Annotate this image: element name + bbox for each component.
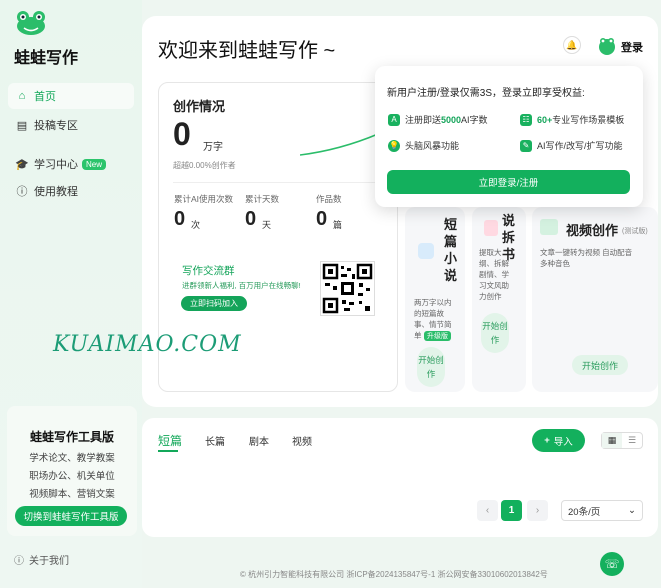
stat-unit: 篇 <box>333 220 343 230</box>
video-icon <box>540 219 558 235</box>
beyond-text: 超越0.00%创作者 <box>173 161 236 170</box>
checklist-icon: ☷ <box>520 113 532 126</box>
perk-highlight: 5000 <box>441 114 462 125</box>
page-size-select[interactable]: 20条/页 ⌄ <box>561 500 643 521</box>
tab-script[interactable]: 剧本 <box>249 433 269 448</box>
group-subtitle: 进群领新人福利, 百万用户在线畅聊! <box>182 281 301 290</box>
sidebar-item-submit[interactable]: ▤ 投稿专区 <box>8 112 134 138</box>
upgrade-badge: 升级版 <box>424 331 451 341</box>
chevron-down-icon: ⌄ <box>628 505 636 516</box>
footer-text: © 杭州引力智能科技有限公司 浙ICP备2024135847号-1 浙公网安备3… <box>240 570 548 579</box>
new-badge: New <box>82 158 107 170</box>
login-register-button[interactable]: 立即登录/注册 <box>387 170 630 194</box>
sidebar-item-label: 首页 <box>34 91 56 103</box>
perk-item: A 注册即送 5000 AI字数 <box>388 113 488 126</box>
toolcard-title: 蛙蛙写作工具版 <box>29 430 114 444</box>
pen-icon: ✎ <box>520 139 532 152</box>
info-icon: ⓘ <box>16 186 28 198</box>
lightbulb-icon: 💡 <box>388 139 400 152</box>
chevron-left-icon: ‹ <box>485 505 490 516</box>
card-title: 视频创作 <box>566 223 619 238</box>
frog-logo-icon <box>14 10 48 36</box>
import-label: 导入 <box>553 436 573 448</box>
stat-value: 0 <box>174 208 186 230</box>
stat-label: 累计天数 <box>245 194 280 204</box>
group-title: 写作交流群 <box>182 265 235 277</box>
tab-short[interactable]: 短篇 <box>158 432 182 449</box>
perk-item: ✎ AI写作/改写/扩写功能 <box>520 139 623 152</box>
stats-title: 创作情况 <box>173 99 226 114</box>
total-words-value: 0 <box>173 116 191 152</box>
perk-text: 注册即送 <box>405 115 442 125</box>
book-icon <box>418 243 434 259</box>
sidebar-item-label: 投稿专区 <box>34 120 78 132</box>
letter-a-icon: A <box>388 113 400 126</box>
start-create-button[interactable]: 开始创作 <box>481 313 509 353</box>
total-words-unit: 万字 <box>203 142 223 153</box>
next-page-button[interactable]: › <box>527 500 548 521</box>
stat-unit: 天 <box>262 220 272 230</box>
customer-support-icon[interactable]: ☏ <box>600 552 624 576</box>
perk-highlight: 60+ <box>537 114 553 125</box>
sidebar-item-label: 学习中心 <box>34 159 78 171</box>
tool-version-card: 蛙蛙写作工具版 学术论文、教学教案 职场办公、机关单位 视频脚本、营销文案 切换… <box>7 406 137 536</box>
qr-code-icon <box>320 261 375 316</box>
perk-item: 💡 头脑风暴功能 <box>388 139 459 152</box>
page-size-value: 20条/页 <box>568 506 601 518</box>
toolcard-line: 学术论文、教学教案 <box>29 453 115 464</box>
grid-view-icon[interactable]: ▦ <box>602 433 622 448</box>
beta-tag: (测试版) <box>622 228 648 235</box>
import-button[interactable]: + 导入 <box>532 429 585 452</box>
about-label: 关于我们 <box>29 556 69 567</box>
home-icon: ⌂ <box>18 90 26 102</box>
book-split-icon <box>484 220 498 236</box>
tab-long[interactable]: 长篇 <box>205 433 225 448</box>
submit-icon: ▤ <box>16 119 28 132</box>
stat-value: 0 <box>316 208 328 230</box>
toolcard-line: 视频脚本、营销文案 <box>29 489 115 500</box>
tab-video[interactable]: 视频 <box>292 433 312 448</box>
info-icon: ⓘ <box>14 556 24 567</box>
perk-item: ☷ 60+ 专业写作场景模板 <box>520 113 624 126</box>
join-group-button[interactable]: 立即扫码加入 <box>181 296 247 311</box>
prev-page-button[interactable]: ‹ <box>477 500 498 521</box>
perk-text: AI写作/改写/扩写功能 <box>537 141 623 151</box>
trend-line <box>300 133 379 156</box>
list-view-icon[interactable]: ☰ <box>622 433 642 448</box>
stat-label: 作品数 <box>316 194 342 204</box>
perk-text: 专业写作场景模板 <box>552 115 625 125</box>
divider <box>173 182 383 183</box>
sidebar-item-tutorial[interactable]: ⓘ 使用教程 <box>8 178 134 204</box>
sidebar-item-learning[interactable]: 🎓 学习中心 New <box>8 151 134 177</box>
view-toggle: ▦ ☰ <box>601 432 643 449</box>
graduation-cap-icon: 🎓 <box>15 158 29 171</box>
popup-heading: 新用户注册/登录仅需3S，登录立即享受权益: <box>387 88 585 99</box>
sidebar-item-home[interactable]: ⌂ 首页 <box>8 83 134 109</box>
start-create-button[interactable]: 开始创作 <box>572 355 628 375</box>
page-title: 欢迎来到蛙蛙写作 ~ <box>158 40 336 62</box>
card-title: 短篇小说 <box>444 217 458 283</box>
watermark: KUAIMAO.COM <box>53 332 242 357</box>
stat-value: 0 <box>245 208 257 230</box>
card-desc: 文章一键转为视频 自动配音 多种音色 <box>540 248 633 268</box>
start-create-button[interactable]: 开始创作 <box>417 347 445 387</box>
sidebar-item-label: 使用教程 <box>34 186 78 198</box>
plus-icon: + <box>544 435 550 446</box>
about-us-link[interactable]: ⓘ 关于我们 <box>14 552 69 567</box>
bell-icon[interactable]: 🔔 <box>563 36 581 54</box>
active-tab-indicator <box>158 450 178 452</box>
chevron-right-icon: › <box>535 505 540 516</box>
avatar[interactable] <box>597 36 617 56</box>
page-number[interactable]: 1 <box>501 500 522 521</box>
toolcard-line: 职场办公、机关单位 <box>29 471 115 482</box>
switch-tool-version-button[interactable]: 切换到蛙蛙写作工具版 <box>15 506 127 526</box>
perk-text: 头脑风暴功能 <box>405 141 460 151</box>
perk-text: AI字数 <box>461 115 488 125</box>
card-desc: 提取大纲、拆解剧情、学习文风助力创作 <box>479 248 509 301</box>
login-button[interactable]: 登录 <box>621 39 643 55</box>
stat-label: 累计AI使用次数 <box>174 194 234 204</box>
brand-name: 蛙蛙写作 <box>14 50 79 67</box>
stat-unit: 次 <box>191 220 201 230</box>
